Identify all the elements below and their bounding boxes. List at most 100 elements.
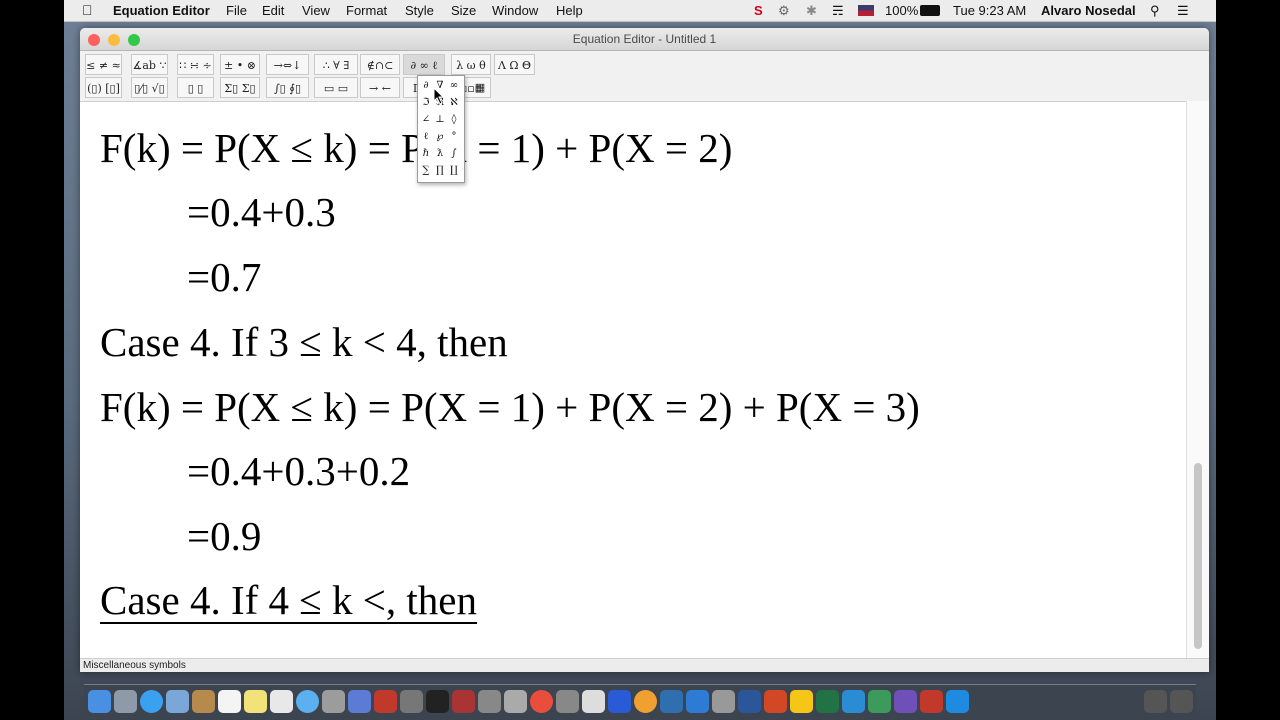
dictionary-icon[interactable]	[374, 690, 397, 713]
contacts-icon[interactable]	[192, 690, 215, 713]
battery-percent[interactable]: 100%	[885, 2, 918, 19]
menu-view[interactable]: View	[302, 2, 330, 19]
perpendicular-symbol[interactable]: ⊥	[433, 112, 447, 128]
palette-arrows[interactable]: →⇔↓	[266, 54, 309, 75]
terminal-icon[interactable]	[426, 690, 449, 713]
equation-line-5[interactable]: F(k) = P(X ≤ k) = P(X = 1) + P(X = 2) + …	[100, 383, 920, 431]
calendar-icon[interactable]	[218, 690, 241, 713]
menu-edit[interactable]: Edit	[262, 2, 284, 19]
palette-labeled-arrows[interactable]: → ←	[360, 77, 400, 98]
angle-symbol[interactable]: ∠	[419, 112, 433, 128]
product-symbol[interactable]: ∏	[433, 163, 447, 179]
palette-summations[interactable]: Σ▯ Σ▯	[220, 77, 260, 98]
imaginary-part-symbol[interactable]: ℑ	[419, 95, 433, 111]
palette-fractions-radicals[interactable]: ▯⁄▯ √▯	[131, 77, 168, 98]
photo-booth-icon[interactable]	[452, 690, 475, 713]
menu-format[interactable]: Format	[346, 2, 387, 19]
messages-icon[interactable]	[296, 690, 319, 713]
app-store-icon[interactable]	[686, 690, 709, 713]
palette-embellishments[interactable]: ∷ ∺ ∻	[177, 54, 214, 75]
palette-set-theory[interactable]: ∉∩⊂	[360, 54, 400, 75]
partial-derivative-symbol[interactable]: ∂	[419, 78, 433, 94]
chrome-icon[interactable]	[530, 690, 553, 713]
mail-icon[interactable]	[166, 690, 189, 713]
palette-greek-uppercase[interactable]: Λ Ω Θ	[494, 54, 535, 75]
screen-recording-icon[interactable]	[1170, 690, 1193, 713]
scrollbar-thumb[interactable]	[1194, 463, 1202, 649]
spotlight-search-icon[interactable]: ⚲	[1150, 2, 1160, 19]
weierstrass-p-symbol[interactable]: ℘	[433, 129, 447, 145]
title-bar[interactable]: Equation Editor - Untitled 1	[80, 28, 1209, 51]
menu-file[interactable]: File	[226, 2, 247, 19]
equation-line-2[interactable]: =0.4+0.3	[187, 188, 336, 236]
coproduct-symbol[interactable]: ∐	[447, 163, 461, 179]
unknown-app-icon[interactable]	[400, 690, 423, 713]
menu-style[interactable]: Style	[405, 2, 434, 19]
system-preferences-icon[interactable]	[712, 690, 735, 713]
bluetooth-icon[interactable]: ✱	[806, 2, 817, 19]
wifi-icon[interactable]: ☴	[832, 2, 844, 19]
menu-clock[interactable]: Tue 9:23 AM	[953, 2, 1026, 19]
palette-logical[interactable]: ∴ ∀ ∃	[314, 54, 358, 75]
app-menu[interactable]: Equation Editor	[113, 2, 210, 19]
palette-spaces-ellipses[interactable]: ∡ab ∵	[131, 54, 168, 75]
keynote-icon[interactable]	[660, 690, 683, 713]
equation-line-6[interactable]: =0.4+0.3+0.2	[187, 447, 410, 495]
launchpad-icon[interactable]	[114, 690, 137, 713]
unknown-app-icon-2[interactable]	[478, 690, 501, 713]
excel-icon[interactable]	[816, 690, 839, 713]
integral-symbol[interactable]: ∫	[447, 146, 461, 162]
quicktime-icon[interactable]	[608, 690, 631, 713]
bluetooth-app-icon[interactable]	[348, 690, 371, 713]
palette-underbars-overbars[interactable]: ▭ ▭	[314, 77, 358, 98]
reminders-icon[interactable]	[270, 690, 293, 713]
palette-misc-symbols[interactable]: ∂ ∞ ℓ	[403, 54, 445, 75]
palette-fences[interactable]: (▯) [▯]	[85, 77, 122, 98]
equation-line-3[interactable]: =0.7	[187, 253, 261, 301]
safari-icon[interactable]	[140, 690, 163, 713]
equation-line-8-active[interactable]: Case 4. If 4 ≤ k <, then	[100, 578, 477, 624]
menu-window[interactable]: Window	[492, 2, 538, 19]
lozenge-symbol[interactable]: ◊	[447, 112, 461, 128]
skype-status-icon[interactable]: S	[754, 2, 763, 19]
lambda-bar-symbol[interactable]: ƛ	[433, 146, 447, 162]
palette-operators[interactable]: ± • ⊗	[220, 54, 260, 75]
pause-icon[interactable]	[1144, 690, 1167, 713]
equation-document[interactable]: F(k) = P(X ≤ k) = P(X = 1) + P(X = 2) =0…	[93, 102, 1197, 658]
app-icon[interactable]	[582, 690, 605, 713]
menu-help[interactable]: Help	[556, 2, 583, 19]
finder-icon[interactable]	[88, 690, 111, 713]
photos-icon[interactable]	[634, 690, 657, 713]
word-icon[interactable]	[738, 690, 761, 713]
r-app-icon[interactable]	[504, 690, 527, 713]
h-bar-symbol[interactable]: ℏ	[419, 146, 433, 162]
outlook-icon[interactable]	[790, 690, 813, 713]
unknown-app-icon-3[interactable]	[556, 690, 579, 713]
equation-line-4[interactable]: Case 4. If 3 ≤ k < 4, then	[100, 318, 508, 366]
user-name[interactable]: Alvaro Nosedal	[1041, 2, 1136, 19]
skype-icon[interactable]	[946, 690, 969, 713]
script-l-symbol[interactable]: ℓ	[419, 129, 433, 145]
palette-greek-lowercase[interactable]: λ ω θ	[451, 54, 491, 75]
infinity-symbol[interactable]: ∞	[447, 78, 461, 94]
sync-status-icon[interactable]: ⚙	[778, 2, 790, 19]
app-icon-2[interactable]	[868, 690, 891, 713]
palette-integrals[interactable]: ∫▯ ∮▯	[266, 77, 309, 98]
powerpoint-icon[interactable]	[764, 690, 787, 713]
preview-icon[interactable]	[322, 690, 345, 713]
palette-relational[interactable]: ≤ ≠ ≈	[85, 54, 122, 75]
degree-symbol[interactable]: °	[447, 129, 461, 145]
summation-symbol[interactable]: ∑	[419, 163, 433, 179]
notification-center-icon[interactable]: ☰	[1177, 2, 1189, 19]
equation-line-7[interactable]: =0.9	[187, 512, 261, 560]
acrobat-icon[interactable]	[920, 690, 943, 713]
aleph-symbol[interactable]: ℵ	[447, 95, 461, 111]
lync-icon[interactable]	[842, 690, 865, 713]
star-app-icon[interactable]	[894, 690, 917, 713]
notes-icon[interactable]	[244, 690, 267, 713]
vertical-scrollbar[interactable]	[1186, 101, 1209, 659]
menu-size[interactable]: Size	[451, 2, 476, 19]
palette-subscripts[interactable]: ▯ ▯	[177, 77, 214, 98]
apple-menu-icon[interactable]: 	[82, 2, 93, 18]
input-source-flag-icon[interactable]	[858, 5, 874, 16]
